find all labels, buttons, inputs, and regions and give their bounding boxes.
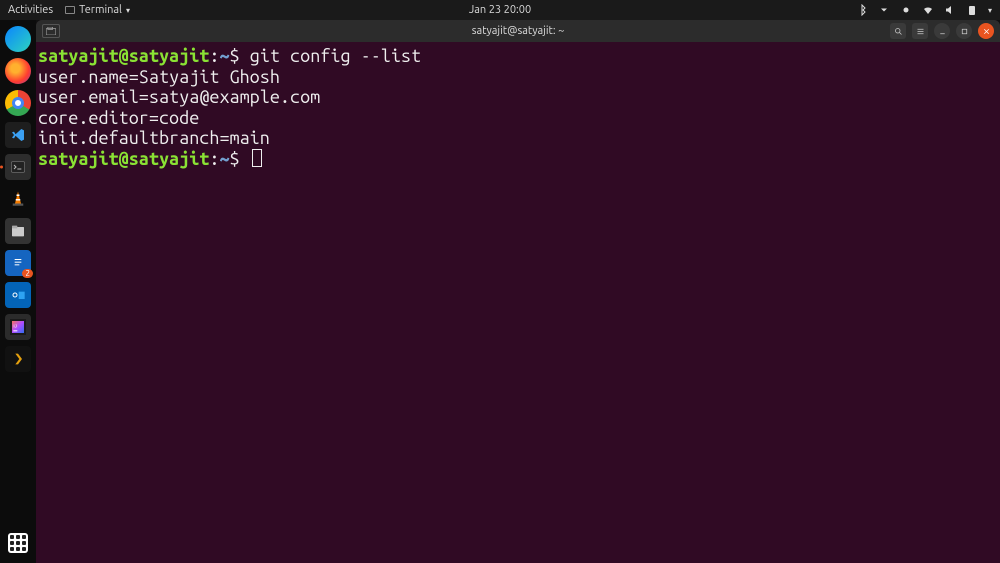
output-line: user.name=Satyajit Ghosh: [38, 67, 280, 87]
prompt-path: ~: [219, 149, 229, 169]
prompt-user-host: satyajit@satyajit: [38, 149, 209, 169]
search-icon: [894, 27, 903, 36]
prompt-user-host: satyajit@satyajit: [38, 46, 209, 66]
night-light-icon: [900, 4, 912, 16]
maximize-button[interactable]: [956, 23, 972, 39]
chevron-down-icon: [878, 4, 890, 16]
hamburger-icon: [916, 27, 925, 36]
prompt-sep: :: [209, 149, 219, 169]
dock-item-vscode[interactable]: [5, 122, 31, 148]
terminal-window: satyajit@satyajit: ~ satyajit@satyajit:~…: [36, 20, 1000, 563]
dock-item-files[interactable]: [5, 218, 31, 244]
window-titlebar[interactable]: satyajit@satyajit: ~: [36, 20, 1000, 42]
maximize-icon: [960, 27, 969, 36]
dropdown-triangle-icon: ▾: [126, 6, 130, 15]
battery-icon: [966, 4, 978, 16]
close-button[interactable]: [978, 23, 994, 39]
entered-command: git config --list: [250, 46, 421, 66]
dock-item-writer[interactable]: 2: [5, 250, 31, 276]
system-tray[interactable]: ▾: [856, 4, 992, 16]
dock-item-plex[interactable]: [5, 346, 31, 372]
active-app-menu[interactable]: Terminal ▾: [65, 4, 130, 16]
new-tab-button[interactable]: [42, 24, 60, 38]
dock: 2 IJ: [0, 20, 36, 563]
hamburger-menu-button[interactable]: [912, 23, 928, 39]
output-line: init.defaultbranch=main: [38, 128, 270, 148]
minimize-button[interactable]: [934, 23, 950, 39]
search-button[interactable]: [890, 23, 906, 39]
active-app-label: Terminal: [79, 4, 122, 16]
close-icon: [982, 27, 991, 36]
terminal-small-icon: [65, 6, 75, 14]
desktop: satyajit@satyajit: ~ satyajit@satyajit:~…: [36, 20, 1000, 563]
gnome-topbar: Activities Terminal ▾ Jan 23 20:00 ▾: [0, 0, 1000, 20]
dock-item-edge[interactable]: [5, 26, 31, 52]
prompt-path: ~: [219, 46, 229, 66]
activities-button[interactable]: Activities: [8, 4, 53, 16]
tab-icon: [46, 27, 56, 35]
dock-item-vlc[interactable]: [5, 186, 31, 212]
prompt-symbol: $: [230, 149, 240, 169]
volume-icon: [944, 4, 956, 16]
minimize-icon: [938, 27, 947, 36]
window-title: satyajit@satyajit: ~: [472, 25, 565, 37]
badge-count: 2: [22, 269, 33, 278]
prompt-sep: :: [209, 46, 219, 66]
terminal-content[interactable]: satyajit@satyajit:~$ git config --list u…: [36, 42, 1000, 563]
dock-item-firefox[interactable]: [5, 58, 31, 84]
prompt-symbol: $: [230, 46, 240, 66]
wifi-icon: [922, 4, 934, 16]
dock-item-idea[interactable]: IJ: [5, 314, 31, 340]
dock-item-chrome[interactable]: [5, 90, 31, 116]
cursor: [252, 149, 262, 167]
svg-text:IJ: IJ: [13, 324, 17, 329]
bluetooth-icon: [856, 4, 868, 16]
dock-item-outlook[interactable]: [5, 282, 31, 308]
system-menu-chevron-icon: ▾: [988, 6, 992, 15]
clock[interactable]: Jan 23 20:00: [469, 4, 531, 16]
output-line: user.email=satya@example.com: [38, 87, 320, 107]
output-line: core.editor=code: [38, 108, 199, 128]
dock-item-terminal[interactable]: [5, 154, 31, 180]
show-applications-button[interactable]: [8, 533, 28, 553]
